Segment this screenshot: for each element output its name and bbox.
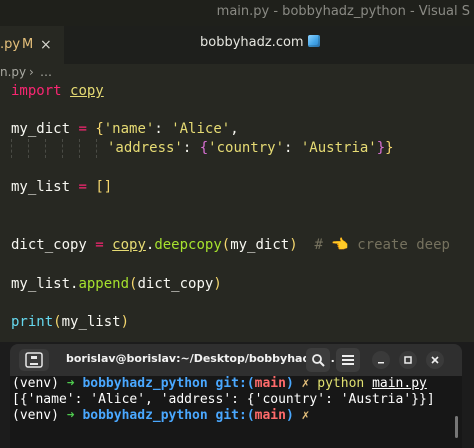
string-key: 'address' xyxy=(107,140,183,156)
terminal-panel: borislav@borislav:~/Desktop/bobbyhadz_..… xyxy=(0,342,474,448)
operator: = xyxy=(86,237,113,253)
prompt-branch: main xyxy=(254,376,286,391)
breadcrumb-more[interactable]: … xyxy=(40,65,52,79)
banner-text: bobbyhadz.com xyxy=(200,35,304,50)
builtin-print: print xyxy=(11,314,54,330)
tab-modified-indicator: M xyxy=(22,37,34,52)
cube-icon xyxy=(307,35,320,47)
function-name: deepcopy xyxy=(154,237,222,253)
argument: my_dict xyxy=(230,237,290,253)
string-value: 'Austria' xyxy=(300,140,377,156)
tab-main-py[interactable]: .py M × xyxy=(0,26,64,64)
code-line-4: my_list = [] xyxy=(11,178,112,197)
brace: { xyxy=(95,121,104,137)
code-line-1: import copy xyxy=(11,82,104,101)
prompt-dirty: ✗ xyxy=(293,408,310,423)
brace: } xyxy=(376,140,386,156)
code-line-3: 'address': {'country': 'Austria'}} xyxy=(107,139,394,158)
command: python xyxy=(309,376,373,391)
window-title: main.py - bobbyhadz_python - Visual S xyxy=(216,4,470,19)
brace: } xyxy=(385,140,394,156)
list-literal: [] xyxy=(95,179,113,195)
tab-bar: .py M × bobbyhadz.com xyxy=(0,26,474,64)
paren: ) xyxy=(289,237,298,253)
colon: : xyxy=(182,140,200,156)
prompt-git-close: ) xyxy=(285,376,294,391)
string-key: 'name' xyxy=(103,121,155,137)
module-name: copy xyxy=(112,237,146,253)
terminal-line-3: (venv) ➜ bobbyhadz_python git:(main) ✗ xyxy=(12,408,309,424)
command-file: main.py xyxy=(372,376,427,391)
string-key: 'country' xyxy=(208,140,285,156)
paren: ) xyxy=(213,276,222,292)
module-name: copy xyxy=(70,83,104,99)
code-editor[interactable]: import copy my_dict = {'name': 'Alice', … xyxy=(11,82,474,342)
prompt-arrow: ➜ xyxy=(66,408,83,423)
indent-guide xyxy=(79,139,81,158)
indent-guide xyxy=(45,139,47,158)
venv-label: (venv) xyxy=(12,376,67,391)
var-my-list: my_list xyxy=(11,276,71,292)
indent-guide xyxy=(28,139,30,158)
var-my-list: my_list xyxy=(11,179,71,195)
search-icon[interactable] xyxy=(306,348,330,372)
prompt-branch: main xyxy=(254,408,286,423)
indent-guide xyxy=(62,139,64,158)
code-line-7: print(my_list) xyxy=(11,313,129,332)
paren: ( xyxy=(53,314,62,330)
code-line-6: my_list.append(dict_copy) xyxy=(11,275,222,294)
tab-label: .py xyxy=(0,37,21,52)
paren: ) xyxy=(120,314,130,330)
prompt-git: git:( xyxy=(207,408,255,423)
close-icon[interactable] xyxy=(426,351,444,369)
argument: my_list xyxy=(61,314,121,330)
brace: { xyxy=(199,140,209,156)
operator: = xyxy=(70,179,96,195)
prompt-git-close: ) xyxy=(285,408,294,423)
argument: dict_copy xyxy=(137,276,214,292)
colon: : xyxy=(284,140,301,156)
breadcrumb-separator: › xyxy=(29,65,34,79)
var-dict-copy: dict_copy xyxy=(11,237,87,253)
colon: : xyxy=(154,121,172,137)
comment: # 👈 create deep xyxy=(297,237,450,253)
string-value: 'Alice' xyxy=(171,121,231,137)
terminal-output[interactable]: (venv) ➜ bobbyhadz_python git:(main) ✗ p… xyxy=(10,376,462,448)
close-tab-icon[interactable]: × xyxy=(40,26,52,64)
operator: = xyxy=(70,121,96,137)
terminal-line-2: [{'name': 'Alice', 'address': {'country'… xyxy=(12,392,435,407)
var-my-dict: my_dict xyxy=(11,121,71,137)
terminal-title: borislav@borislav:~/Desktop/bobbyhadz_..… xyxy=(66,352,335,365)
terminal-scrollbar[interactable] xyxy=(455,416,458,438)
prompt-git: git:( xyxy=(207,376,255,391)
code-line-5: dict_copy = copy.deepcopy(my_dict) # 👈 c… xyxy=(11,236,450,255)
venv-label: (venv) xyxy=(12,408,67,423)
breadcrumb-file[interactable]: n.py xyxy=(0,65,26,79)
indent-guide xyxy=(11,139,13,158)
prompt-arrow: ➜ xyxy=(66,376,83,391)
terminal-icon[interactable] xyxy=(19,349,49,371)
comma: , xyxy=(230,121,239,137)
keyword-import: import xyxy=(11,83,62,99)
banner: bobbyhadz.com xyxy=(200,35,320,50)
indent-guide xyxy=(96,139,98,158)
breadcrumb: n.py › … xyxy=(0,64,474,82)
minimize-icon[interactable] xyxy=(372,351,390,369)
maximize-icon[interactable] xyxy=(399,351,417,369)
terminal-line-1: (venv) ➜ bobbyhadz_python git:(main) ✗ p… xyxy=(12,376,427,392)
prompt-dir: bobbyhadz_python xyxy=(82,376,208,391)
prompt-dir: bobbyhadz_python xyxy=(82,408,208,423)
code-line-2: my_dict = {'name': 'Alice', xyxy=(11,120,239,139)
menu-icon[interactable] xyxy=(336,348,360,372)
paren: ( xyxy=(221,237,231,253)
title-bar: main.py - bobbyhadz_python - Visual S xyxy=(0,0,474,26)
prompt-dirty: ✗ xyxy=(293,376,310,391)
terminal-header: borislav@borislav:~/Desktop/bobbyhadz_..… xyxy=(10,344,462,376)
function-name: append xyxy=(78,276,130,292)
